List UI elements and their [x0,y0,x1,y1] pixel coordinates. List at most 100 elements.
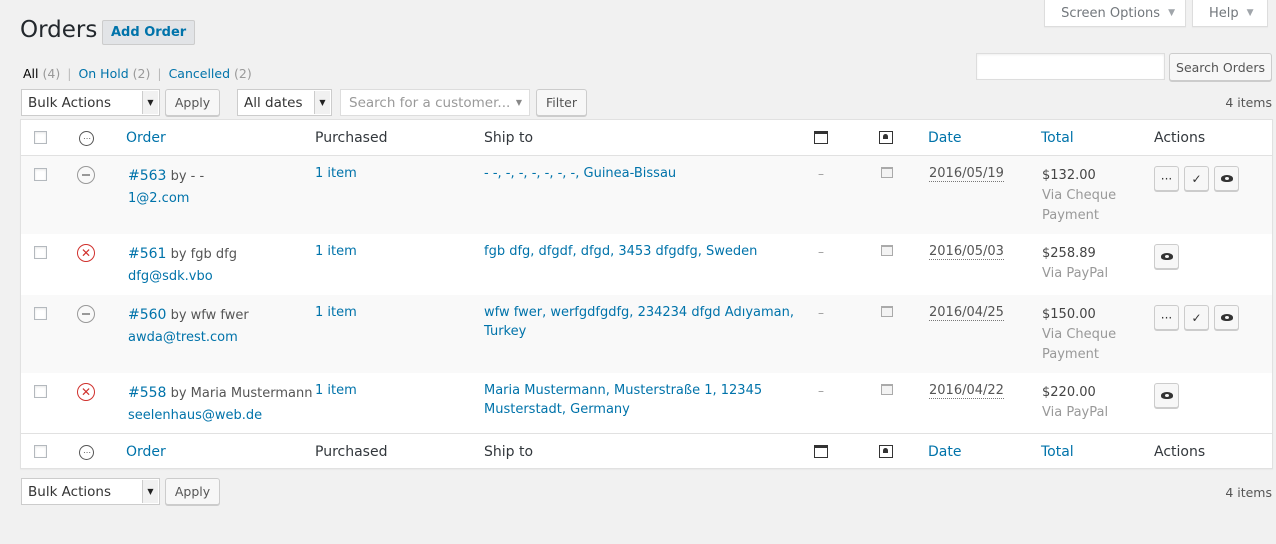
date-filter-select[interactable]: All dates ▼ [237,89,332,116]
order-number-link[interactable]: #558 [128,385,166,401]
status-cancelled-icon: ✕ [77,383,95,401]
purchased-link[interactable]: 1 item [315,166,357,181]
customer-search-placeholder: Search for a customer... [349,94,511,111]
separator: | [67,66,72,81]
table-row: #560 by wfw fwer awda@trest.com 1 item wfw … [21,295,1272,373]
payment-method: Via PayPal [1042,405,1109,420]
order-total-cell: $220.00 Via PayPal [1042,383,1108,423]
order-date: 2016/04/22 [929,383,1004,399]
eye-icon [1220,314,1233,321]
order-cell: #558 by Maria Mustermann seelenhaus@web.d… [128,382,312,427]
customer-message: – [818,245,824,259]
customer-email-link[interactable]: seelenhaus@web.de [128,408,262,423]
table-row: #563 by - - 1@2.com 1 item - -, -, -, -, -,… [21,156,1272,234]
select-all-checkbox[interactable] [34,445,47,458]
column-actions: Actions [1154,444,1206,460]
view-order-button[interactable] [1214,305,1239,330]
column-order[interactable]: Order [126,130,166,146]
row-checkbox[interactable] [34,168,47,181]
column-purchased: Purchased [315,444,388,460]
customer-message: – [818,306,824,320]
search-orders-button[interactable]: Search Orders [1169,53,1272,81]
mark-processing-button[interactable]: ··· [1154,166,1179,191]
customer-email-link[interactable]: awda@trest.com [128,330,238,345]
customer-email-link[interactable]: dfg@sdk.vbo [128,269,213,284]
order-total: $150.00 [1042,307,1096,322]
order-cell: #561 by fgb dfg dfg@sdk.vbo [128,243,237,288]
order-cell: #560 by wfw fwer awda@trest.com [128,304,249,349]
mark-complete-button[interactable]: ✓ [1184,166,1209,191]
view-all-link[interactable]: All [23,66,39,81]
order-number-link[interactable]: #560 [128,307,166,323]
order-customer: by fgb dfg [170,247,237,262]
view-order-button[interactable] [1214,166,1239,191]
help-toggle[interactable]: Help ▼ [1192,0,1268,27]
order-cell: #563 by - - 1@2.com [128,165,204,210]
customer-email-link[interactable]: 1@2.com [128,191,189,206]
column-ship-to: Ship to [484,444,534,460]
row-checkbox[interactable] [34,385,47,398]
view-order-button[interactable] [1154,244,1179,269]
bulk-actions-select-bottom[interactable]: Bulk Actions ▼ [21,478,160,505]
caret-down-icon: ▼ [1246,8,1254,18]
mark-complete-button[interactable]: ✓ [1184,305,1209,330]
customer-search-select[interactable]: Search for a customer... ▼ [340,89,530,116]
order-number-link[interactable]: #561 [128,246,166,262]
add-order-button[interactable]: Add Order [102,20,196,45]
column-order[interactable]: Order [126,444,166,460]
column-date[interactable]: Date [928,130,961,146]
checkmark-icon: ✓ [1191,310,1202,325]
order-total: $258.89 [1042,246,1096,261]
select-all-checkbox[interactable] [34,131,47,144]
filter-button[interactable]: Filter [536,89,587,116]
order-number-link[interactable]: #563 [128,168,166,184]
order-notes-column-icon [879,131,893,144]
purchased-link[interactable]: 1 item [315,383,357,398]
view-order-button[interactable] [1154,383,1179,408]
apply-button-bottom[interactable]: Apply [165,478,220,505]
items-count: 4 items [1225,485,1272,500]
checkmark-icon: ✓ [1191,171,1202,186]
view-on-hold-link[interactable]: On Hold [78,66,128,81]
eye-icon [1160,392,1173,399]
payment-method: Via PayPal [1042,266,1109,281]
apply-button[interactable]: Apply [165,89,220,116]
page-title: Orders [20,17,98,43]
screen-options-toggle[interactable]: Screen Options ▼ [1044,0,1186,27]
ship-to-address-link[interactable]: fgb dfg, dfgdf, dfgd, 3453 dfgdfg, Swede… [484,244,757,259]
ship-to-address-line-2[interactable]: Musterstadt, Germany [484,402,630,417]
payment-method: Via Cheque [1042,188,1117,203]
order-total-cell: $258.89 Via PayPal [1042,244,1108,284]
payment-method: Via Cheque [1042,327,1117,342]
view-cancelled-link[interactable]: Cancelled [169,66,230,81]
purchased-link[interactable]: 1 item [315,244,357,259]
purchased-link[interactable]: 1 item [315,305,357,320]
search-orders-input[interactable] [976,53,1165,80]
column-total[interactable]: Total [1041,130,1074,146]
ship-to-address-link[interactable]: Maria Mustermann, Musterstraße 1, 12345 [484,383,762,398]
column-total[interactable]: Total [1041,444,1074,460]
column-purchased: Purchased [315,130,388,146]
ship-to-address-link[interactable]: wfw fwer, werfgdfgdfg, 234234 dfgd Adıya… [484,305,794,320]
date-filter-value: All dates [244,94,303,111]
order-date: 2016/05/19 [929,166,1004,182]
customer-message: – [818,167,824,181]
order-date-cell: 2016/05/19 [929,166,1004,182]
mark-processing-button[interactable]: ··· [1154,305,1179,330]
customer-message-column-icon [814,131,828,144]
order-date-cell: 2016/05/03 [929,244,1004,260]
ship-to-address-line-2[interactable]: Turkey [484,324,526,339]
bulk-actions-select[interactable]: Bulk Actions ▼ [21,89,160,116]
ship-to-cell: Maria Mustermann, Musterstraße 1, 12345 M… [484,381,762,419]
payment-method-line-2: Payment [1042,347,1099,362]
ship-to-cell: wfw fwer, werfgdfgdfg, 234234 dfgd Adıya… [484,303,794,341]
ship-to-address-link[interactable]: - -, -, -, -, -, -, -, Guinea-Bissau [484,166,676,181]
bulk-actions-value: Bulk Actions [28,483,111,500]
row-checkbox[interactable] [34,307,47,320]
status-filter-links: All (4) | On Hold (2) | Cancelled (2) [23,66,252,81]
order-total-cell: $150.00 Via Cheque Payment [1042,305,1116,365]
column-date[interactable]: Date [928,444,961,460]
row-checkbox[interactable] [34,246,47,259]
order-date-cell: 2016/04/25 [929,305,1004,321]
orders-table: ⋯ Order Purchased Ship to Date Total Act… [20,119,1273,469]
